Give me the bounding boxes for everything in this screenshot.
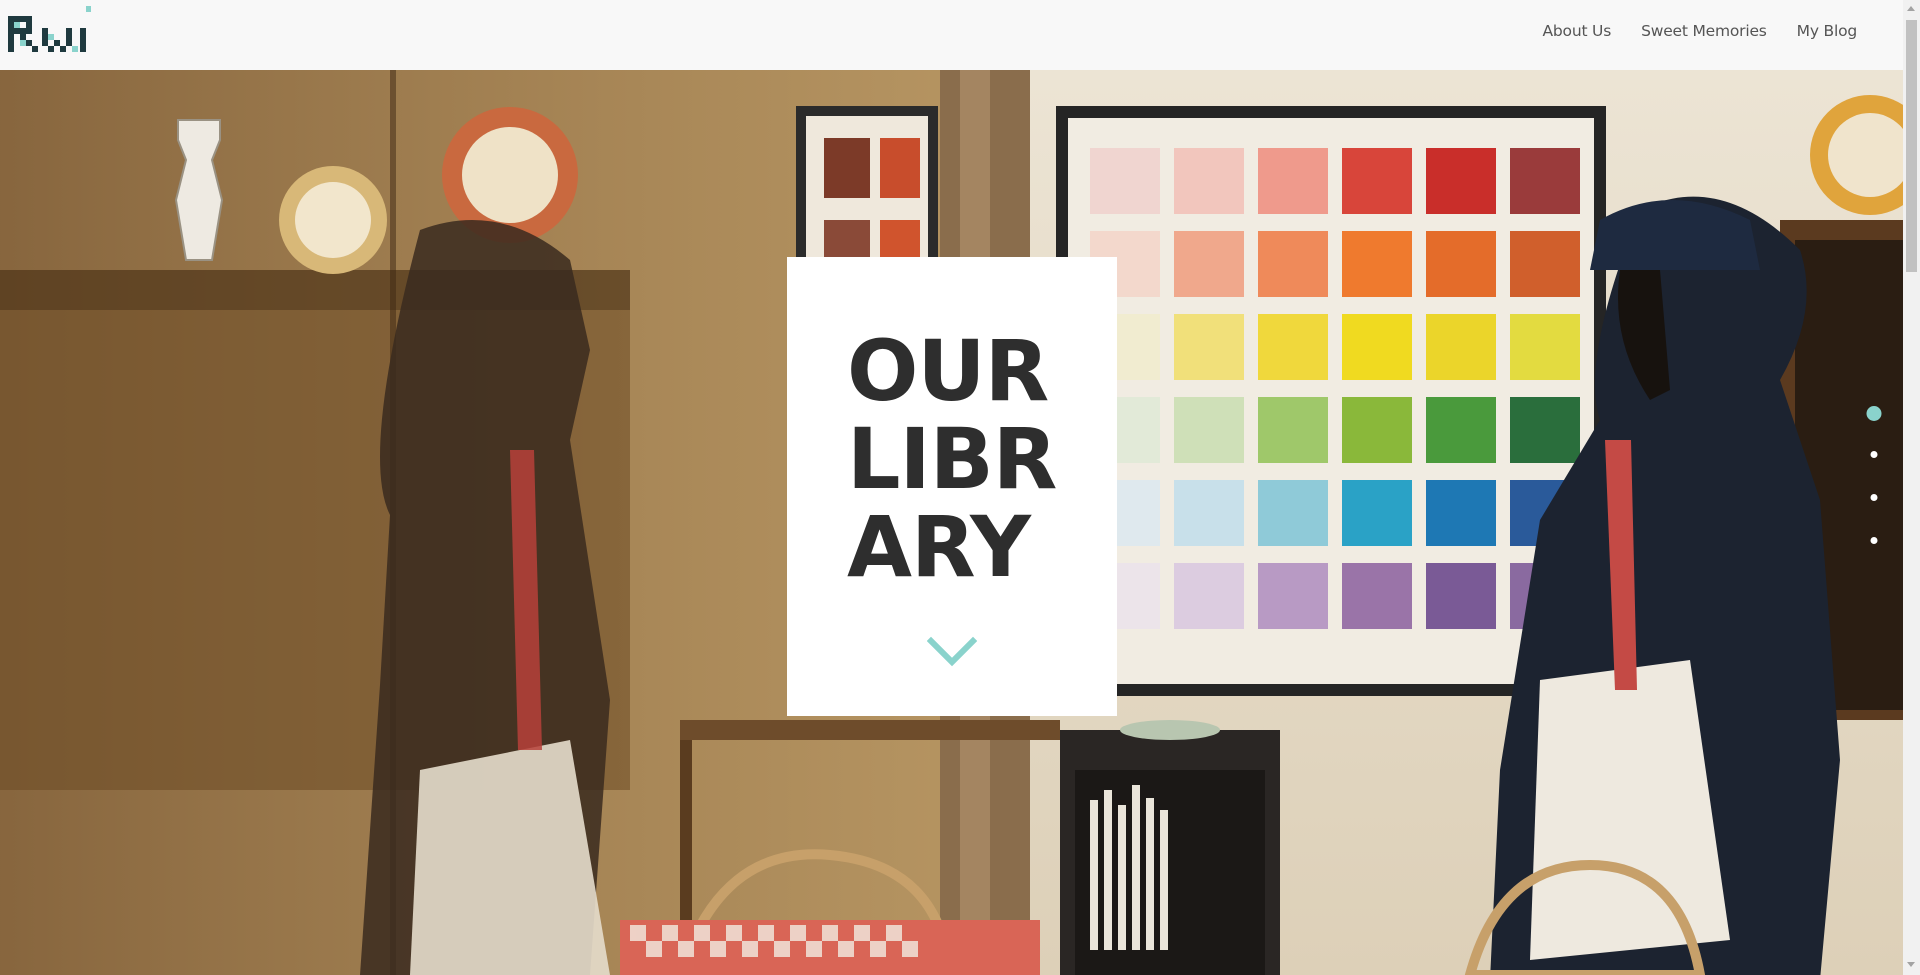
hero-title-line-3: ARY: [847, 498, 1031, 596]
main-nav: About Us Sweet Memories My Blog: [1543, 22, 1858, 40]
color-tile: [1510, 314, 1580, 380]
color-tile: [1426, 148, 1496, 214]
slide-dot-2[interactable]: [1870, 451, 1878, 458]
color-tile: [1174, 397, 1244, 463]
color-tile: [1426, 397, 1496, 463]
color-tile: [1258, 397, 1328, 463]
scroll-down-arrow[interactable]: [1907, 962, 1915, 967]
site-logo[interactable]: [6, 4, 92, 60]
nav-my-blog[interactable]: My Blog: [1797, 22, 1858, 40]
slide-dot-3[interactable]: [1870, 494, 1878, 501]
color-tile: [1342, 397, 1412, 463]
scroll-thumb[interactable]: [1906, 20, 1917, 272]
color-tile: [1342, 314, 1412, 380]
color-tile: [1258, 314, 1328, 380]
color-tile: [1342, 480, 1412, 546]
top-bar: About Us Sweet Memories My Blog: [0, 0, 1903, 70]
color-tile: [1510, 397, 1580, 463]
slide-dot-4[interactable]: [1870, 537, 1878, 544]
nav-sweet-memories[interactable]: Sweet Memories: [1641, 22, 1767, 40]
color-tile: [1258, 563, 1328, 629]
nav-about-us[interactable]: About Us: [1543, 22, 1612, 40]
hero-title-card: OUR LIBR ARY: [787, 257, 1117, 716]
page: About Us Sweet Memories My Blog OUR LIBR…: [0, 0, 1920, 975]
color-tile: [1426, 563, 1496, 629]
color-tile: [1174, 231, 1244, 297]
color-tile: [1258, 231, 1328, 297]
color-tile: [1090, 148, 1160, 214]
hero-title-line-2: LIBR: [847, 410, 1057, 508]
color-tile: [1174, 563, 1244, 629]
scroll-up-arrow[interactable]: [1907, 6, 1915, 11]
color-tile: [1426, 231, 1496, 297]
slide-dot-1[interactable]: [1866, 406, 1882, 421]
page-scrollbar[interactable]: [1903, 0, 1920, 975]
color-tile: [1258, 480, 1328, 546]
color-tile: [1174, 480, 1244, 546]
color-tile: [1510, 148, 1580, 214]
color-tile: [1174, 314, 1244, 380]
color-tile: [1342, 148, 1412, 214]
color-tile: [1258, 148, 1328, 214]
color-tile: [1174, 148, 1244, 214]
color-tile: [1426, 314, 1496, 380]
color-tile: [1426, 480, 1496, 546]
color-tile: [1342, 231, 1412, 297]
chevron-down-icon[interactable]: [927, 635, 977, 669]
hero-title-line-1: OUR: [847, 322, 1049, 420]
color-tile: [1510, 231, 1580, 297]
color-tile: [1342, 563, 1412, 629]
